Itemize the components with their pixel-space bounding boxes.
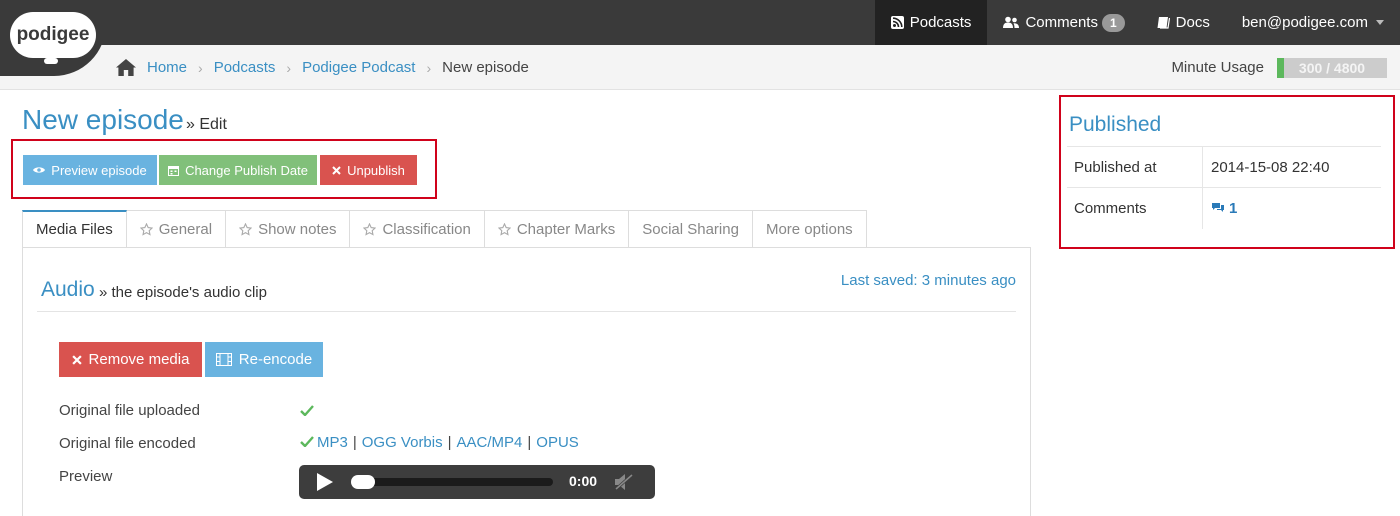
unpublish-button[interactable]: Unpublish bbox=[320, 155, 417, 185]
audio-section-title: Audio bbox=[41, 278, 95, 301]
film-icon bbox=[215, 353, 232, 366]
comments-icon bbox=[1212, 203, 1224, 212]
tab-general-label: General bbox=[158, 220, 213, 238]
tab-general[interactable]: General bbox=[126, 210, 227, 248]
comments-count: 1 bbox=[1229, 199, 1238, 217]
published-panel-highlight: Published Published at 2014-15-08 22:40 … bbox=[1059, 95, 1395, 249]
format-link-aac-mp4[interactable]: AAC/MP4 bbox=[457, 434, 523, 451]
re-encode-label: Re-encode bbox=[238, 351, 313, 368]
play-icon[interactable] bbox=[317, 473, 333, 491]
tab-more-options[interactable]: More options bbox=[752, 210, 867, 248]
breadcrumb-separator: › bbox=[426, 59, 432, 76]
published-title: Published bbox=[1069, 113, 1162, 136]
tab-chapter-marks-label: Chapter Marks bbox=[516, 220, 616, 238]
star-icon bbox=[139, 222, 153, 236]
times-icon bbox=[71, 354, 82, 365]
comments-label: Comments bbox=[1067, 187, 1203, 229]
comments-row: Comments 1 bbox=[1067, 187, 1381, 229]
audio-section-subtitle: » the episode's audio clip bbox=[99, 284, 267, 301]
breadcrumb-home[interactable]: Home bbox=[147, 59, 187, 76]
format-link-mp3[interactable]: MP3 bbox=[317, 434, 348, 451]
users-icon bbox=[1003, 16, 1020, 28]
home-icon[interactable] bbox=[116, 59, 136, 76]
episode-tabs: Media Files General Show notes Classific… bbox=[22, 210, 867, 248]
preview-episode-label: Preview episode bbox=[51, 162, 147, 178]
tab-media-files-label: Media Files bbox=[36, 221, 113, 238]
caret-down-icon bbox=[1376, 20, 1384, 25]
nav-comments[interactable]: Comments 1 bbox=[987, 0, 1140, 45]
book-icon bbox=[1157, 17, 1170, 29]
re-encode-button[interactable]: Re-encode bbox=[205, 342, 323, 377]
last-saved-link[interactable]: Last saved: 3 minutes ago bbox=[841, 272, 1016, 289]
nav-podcasts-label: Podcasts bbox=[909, 14, 972, 31]
minute-usage-label: Minute Usage bbox=[1171, 59, 1264, 76]
published-at-row: Published at 2014-15-08 22:40 bbox=[1067, 146, 1381, 188]
tab-social-sharing[interactable]: Social Sharing bbox=[629, 210, 753, 248]
tab-more-options-label: More options bbox=[765, 220, 853, 238]
rss-icon bbox=[890, 16, 904, 29]
nav-docs[interactable]: Docs bbox=[1141, 0, 1226, 45]
logo-text: podigee bbox=[10, 12, 96, 58]
breadcrumb-separator: › bbox=[198, 59, 203, 76]
check-icon bbox=[300, 436, 314, 448]
minute-usage-bar: 300 / 4800 bbox=[1277, 57, 1387, 78]
star-icon bbox=[363, 222, 377, 236]
preview-label: Preview bbox=[59, 468, 113, 485]
audio-player: 0:00 bbox=[299, 465, 655, 499]
change-publish-date-button[interactable]: Change Publish Date bbox=[159, 155, 317, 185]
user-email: ben@podigee.com bbox=[1241, 14, 1368, 31]
tab-show-notes-label: Show notes bbox=[258, 220, 337, 238]
star-icon bbox=[239, 222, 253, 236]
player-time: 0:00 bbox=[569, 473, 598, 489]
change-publish-date-label: Change Publish Date bbox=[185, 162, 308, 178]
tab-show-notes[interactable]: Show notes bbox=[226, 210, 351, 248]
original-encoded-label: Original file encoded bbox=[59, 435, 196, 452]
preview-episode-button[interactable]: Preview episode bbox=[23, 155, 157, 185]
section-divider bbox=[37, 311, 1016, 312]
calendar-icon bbox=[168, 165, 180, 176]
subbar: Home › Podcasts › Podigee Podcast › New … bbox=[0, 45, 1400, 90]
breadcrumb-podigee-podcast[interactable]: Podigee Podcast bbox=[302, 59, 415, 76]
seek-bar[interactable] bbox=[351, 478, 553, 486]
media-files-panel: Audio » the episode's audio clip Last sa… bbox=[22, 247, 1031, 516]
breadcrumb: Home › Podcasts › Podigee Podcast › New … bbox=[116, 45, 529, 90]
tab-media-files[interactable]: Media Files bbox=[22, 210, 127, 248]
comments-link[interactable]: 1 bbox=[1203, 200, 1237, 217]
format-link-ogg-vorbis[interactable]: OGG Vorbis bbox=[362, 434, 443, 451]
breadcrumb-current: New episode bbox=[442, 59, 529, 76]
published-table: Published at 2014-15-08 22:40 Comments 1 bbox=[1067, 146, 1381, 229]
nav-user-menu[interactable]: ben@podigee.com bbox=[1226, 0, 1400, 45]
breadcrumb-separator: › bbox=[286, 59, 292, 76]
tab-classification[interactable]: Classification bbox=[350, 210, 485, 248]
tab-social-sharing-label: Social Sharing bbox=[642, 220, 739, 238]
page-title: New episode bbox=[22, 104, 184, 135]
top-navbar: Podcasts Comments 1 Docs ben@podigee.com bbox=[0, 0, 1400, 45]
format-link-opus[interactable]: OPUS bbox=[536, 434, 579, 451]
check-icon bbox=[300, 405, 314, 416]
nav-docs-label: Docs bbox=[1175, 14, 1210, 31]
page-subtitle: » Edit bbox=[186, 116, 227, 133]
nav-comments-label: Comments bbox=[1025, 14, 1098, 31]
encoded-formats: MP3 | OGG Vorbis | AAC/MP4 | OPUS bbox=[300, 434, 579, 451]
logo-mic-shape bbox=[44, 58, 58, 64]
minute-usage: Minute Usage 300 / 4800 bbox=[1171, 45, 1387, 90]
seek-handle[interactable] bbox=[351, 475, 375, 489]
minute-usage-value: 300 / 4800 bbox=[1298, 59, 1366, 76]
eye-icon bbox=[33, 167, 46, 173]
top-nav: Podcasts Comments 1 Docs ben@podigee.com bbox=[874, 0, 1400, 45]
mute-icon[interactable] bbox=[613, 472, 635, 492]
tab-chapter-marks[interactable]: Chapter Marks bbox=[484, 210, 630, 248]
remove-media-button[interactable]: Remove media bbox=[59, 342, 202, 377]
breadcrumb-podcasts[interactable]: Podcasts bbox=[214, 59, 276, 76]
comments-count-badge: 1 bbox=[1101, 13, 1125, 32]
original-uploaded-label: Original file uploaded bbox=[59, 402, 200, 419]
remove-media-label: Remove media bbox=[88, 351, 190, 368]
unpublish-label: Unpublish bbox=[347, 162, 405, 178]
published-at-value: 2014-15-08 22:40 bbox=[1211, 158, 1330, 176]
star-icon bbox=[497, 222, 511, 236]
tab-classification-label: Classification bbox=[382, 220, 471, 238]
nav-podcasts[interactable]: Podcasts bbox=[874, 0, 988, 45]
published-at-label: Published at bbox=[1067, 146, 1203, 188]
times-icon bbox=[332, 165, 341, 175]
